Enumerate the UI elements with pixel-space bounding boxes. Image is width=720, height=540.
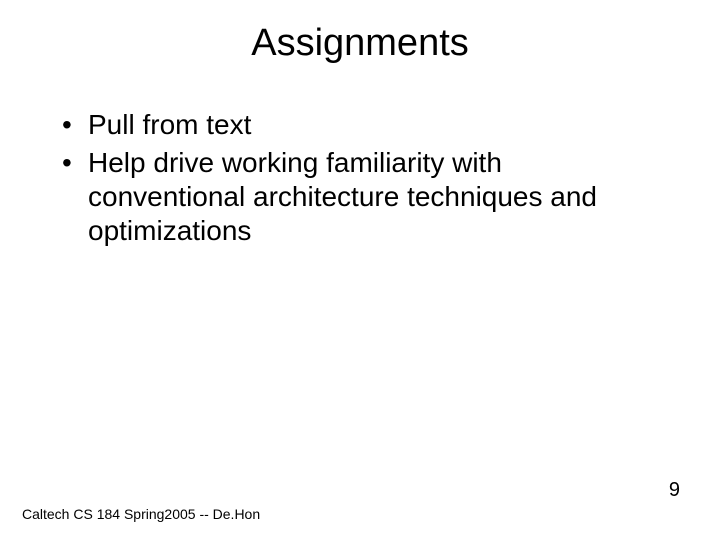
slide-body: Pull from text Help drive working famili…: [54, 108, 666, 253]
slide: Assignments Pull from text Help drive wo…: [0, 0, 720, 540]
slide-title: Assignments: [0, 22, 720, 65]
list-item: Help drive working familiarity with conv…: [54, 146, 666, 248]
bullet-text: Help drive working familiarity with conv…: [88, 147, 597, 246]
slide-footer: Caltech CS 184 Spring2005 -- De.Hon: [22, 506, 260, 522]
list-item: Pull from text: [54, 108, 666, 142]
bullet-text: Pull from text: [88, 109, 251, 140]
page-number: 9: [669, 479, 680, 502]
bullet-list: Pull from text Help drive working famili…: [54, 108, 666, 249]
